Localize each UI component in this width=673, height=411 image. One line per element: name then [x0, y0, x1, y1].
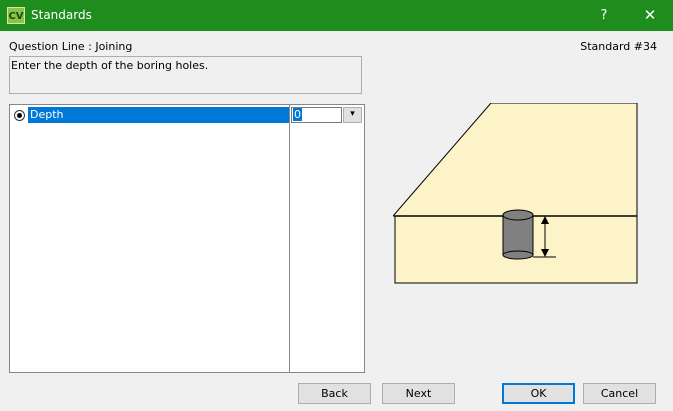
radio-selected-icon[interactable] — [14, 110, 25, 121]
help-button[interactable]: ? — [581, 0, 627, 31]
next-button[interactable]: Next — [382, 383, 455, 404]
question-line-label: Question Line : Joining — [9, 40, 133, 53]
chevron-down-icon: ▾ — [350, 109, 355, 119]
app-logo-icon: CV — [7, 7, 25, 24]
hole-bottom-ellipse — [502, 250, 534, 260]
depth-value-text: 0 — [293, 108, 302, 121]
window-title: Standards — [31, 8, 92, 22]
depth-value-input[interactable]: 0 — [291, 107, 342, 123]
workpiece-top-face — [393, 103, 638, 217]
standard-number-label: Standard #34 — [580, 40, 657, 53]
description-box: Enter the depth of the boring holes. — [9, 56, 362, 94]
value-dropdown-button[interactable]: ▾ — [343, 107, 362, 123]
cancel-button[interactable]: Cancel — [583, 383, 656, 404]
question-list[interactable]: Depth 0 ▾ — [9, 104, 365, 373]
close-button[interactable]: ✕ — [627, 0, 673, 31]
list-item-depth[interactable]: Depth — [12, 107, 289, 123]
boring-hole-icon — [502, 214, 534, 256]
hole-top-ellipse — [502, 209, 534, 221]
list-item-label[interactable]: Depth — [28, 107, 289, 123]
back-button[interactable]: Back — [298, 383, 371, 404]
title-bar: CV Standards ? ✕ — [0, 0, 673, 31]
boring-hole-diagram — [393, 103, 638, 284]
column-divider — [289, 105, 290, 372]
ok-button[interactable]: OK — [502, 383, 575, 404]
